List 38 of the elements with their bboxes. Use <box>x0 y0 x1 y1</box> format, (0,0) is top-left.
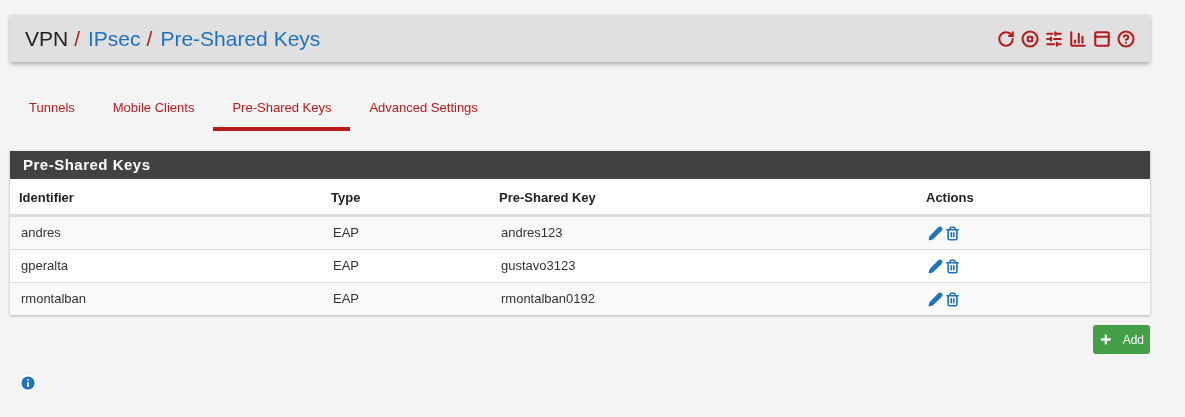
column-header: Type <box>331 189 361 205</box>
edit-icon[interactable] <box>928 258 943 274</box>
stop-icon[interactable] <box>1021 29 1039 48</box>
tab[interactable]: Pre-Shared Keys <box>213 89 351 131</box>
refresh-icon[interactable] <box>997 29 1015 48</box>
bar-chart-icon[interactable] <box>1069 29 1087 48</box>
separator: / <box>146 25 153 52</box>
column-header: Identifier <box>19 189 74 205</box>
trash-icon[interactable] <box>945 225 960 241</box>
table-cell: rmontalban <box>21 291 87 307</box>
tab[interactable]: Tunnels <box>10 89 94 131</box>
panel-heading: Pre-Shared Keys <box>10 151 1150 179</box>
sliders-icon[interactable] <box>1045 29 1063 48</box>
breadcrumb-link[interactable]: IPsec <box>88 22 141 55</box>
trash-icon[interactable] <box>945 291 960 307</box>
help-icon[interactable] <box>1117 29 1135 48</box>
table-cell: andres123 <box>501 225 563 241</box>
separator: / <box>74 25 81 52</box>
breadcrumb-link[interactable]: Pre-Shared Keys <box>160 22 321 55</box>
breadcrumb-text: VPN <box>25 25 69 52</box>
tab[interactable]: Advanced Settings <box>350 89 497 131</box>
tab[interactable]: Mobile Clients <box>93 89 214 131</box>
table-cell: gperalta <box>21 258 68 274</box>
column-header: Pre-Shared Key <box>499 189 596 205</box>
add-button[interactable]: Add <box>1093 325 1150 354</box>
info-icon[interactable] <box>19 374 37 392</box>
table-cell: EAP <box>333 258 359 274</box>
plus-icon <box>1099 332 1113 347</box>
table-cell: rmontalban0192 <box>501 291 595 307</box>
edit-icon[interactable] <box>928 291 943 307</box>
trash-icon[interactable] <box>945 258 960 274</box>
table-cell: EAP <box>333 291 359 307</box>
table-cell: EAP <box>333 225 359 241</box>
column-header: Actions <box>926 189 974 205</box>
table-cell: andres <box>21 225 61 241</box>
table-cell: gustavo3123 <box>501 258 576 274</box>
edit-icon[interactable] <box>928 225 943 241</box>
log-window-icon[interactable] <box>1093 29 1111 48</box>
